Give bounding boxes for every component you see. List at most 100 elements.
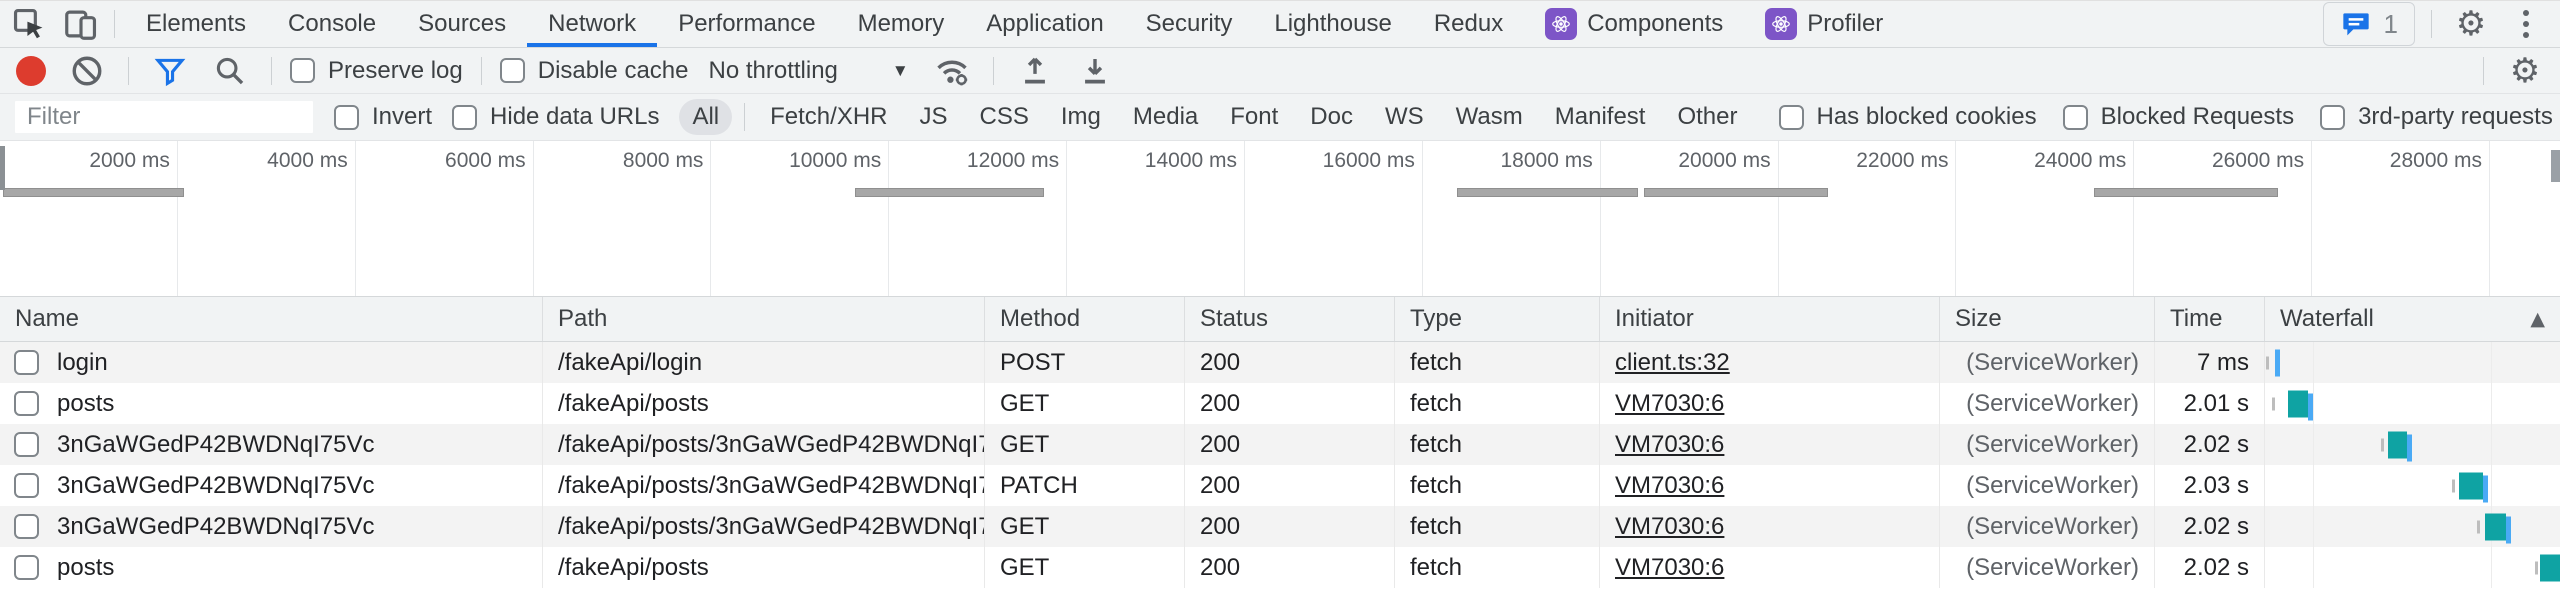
tab-console[interactable]: Console (267, 1, 397, 47)
tab-memory[interactable]: Memory (837, 1, 966, 47)
tab-components[interactable]: Components (1524, 1, 1744, 47)
filter-pill-manifest[interactable]: Manifest (1542, 99, 1659, 135)
column-header-path[interactable]: Path (543, 297, 985, 341)
tab-elements[interactable]: Elements (125, 1, 267, 47)
filter-pill-all[interactable]: All (679, 99, 732, 135)
invert-checkbox[interactable]: Invert (334, 103, 432, 131)
cell-waterfall (2265, 383, 2560, 424)
column-header-waterfall[interactable]: Waterfall▲ (2265, 297, 2560, 341)
cell-path: /fakeApi/login (543, 342, 985, 383)
checkbox[interactable] (1779, 105, 1804, 130)
column-header-time[interactable]: Time (2155, 297, 2265, 341)
ruler-segment: 18000 ms (1423, 141, 1601, 296)
row-checkbox[interactable] (14, 350, 39, 375)
cell-name: 3nGaWGedP42BWDNqI75Vc (0, 424, 543, 465)
tab-profiler[interactable]: Profiler (1744, 1, 1904, 47)
tab-redux[interactable]: Redux (1413, 1, 1524, 47)
table-row[interactable]: 3nGaWGedP42BWDNqI75Vc/fakeApi/posts/3nGa… (0, 506, 2560, 547)
tab-security[interactable]: Security (1125, 1, 1254, 47)
waterfall-queue-tick (2535, 561, 2538, 574)
ruler-label: 16000 ms (1323, 149, 1415, 173)
import-har-icon[interactable] (1012, 51, 1058, 91)
tab-performance[interactable]: Performance (657, 1, 836, 47)
filter-pill-doc[interactable]: Doc (1297, 99, 1366, 135)
checkbox[interactable] (2320, 105, 2345, 130)
filter-input[interactable] (14, 100, 314, 134)
filter-pill-css[interactable]: CSS (967, 99, 1042, 135)
network-conditions-icon[interactable] (929, 51, 975, 91)
3rd-party-requests-checkbox[interactable]: 3rd-party requests (2320, 103, 2553, 131)
column-header-status[interactable]: Status (1185, 297, 1395, 341)
row-checkbox[interactable] (14, 473, 39, 498)
initiator-link[interactable]: client.ts:32 (1615, 349, 1730, 377)
table-row[interactable]: 3nGaWGedP42BWDNqI75Vc/fakeApi/posts/3nGa… (0, 424, 2560, 465)
hide-data-urls-checkbox[interactable]: Hide data URLs (452, 103, 659, 131)
row-checkbox[interactable] (14, 514, 39, 539)
checkbox[interactable] (334, 105, 359, 130)
column-header-name[interactable]: Name (0, 297, 543, 341)
row-checkbox[interactable] (14, 391, 39, 416)
clear-icon[interactable] (64, 51, 110, 91)
table-row[interactable]: login/fakeApi/loginPOST200fetchclient.ts… (0, 342, 2560, 383)
row-checkbox[interactable] (14, 432, 39, 457)
table-row[interactable]: 3nGaWGedP42BWDNqI75Vc/fakeApi/posts/3nGa… (0, 465, 2560, 506)
inspect-element-icon[interactable] (6, 4, 52, 44)
has-blocked-cookies-checkbox[interactable]: Has blocked cookies (1779, 103, 2037, 131)
blocked-requests-checkbox[interactable]: Blocked Requests (2063, 103, 2294, 131)
sort-ascending-icon: ▲ (2530, 308, 2545, 330)
tab-network[interactable]: Network (527, 1, 657, 47)
cell-time: 2.03 s (2155, 465, 2265, 506)
filter-pill-ws[interactable]: WS (1372, 99, 1437, 135)
column-header-method[interactable]: Method (985, 297, 1185, 341)
column-header-size[interactable]: Size (1940, 297, 2155, 341)
table-row[interactable]: posts/fakeApi/postsGET200fetchVM7030:6(S… (0, 547, 2560, 588)
cell-time: 2.01 s (2155, 383, 2265, 424)
checkbox[interactable] (452, 105, 477, 130)
tab-application[interactable]: Application (965, 1, 1124, 47)
tab-sources[interactable]: Sources (397, 1, 527, 47)
initiator-link[interactable]: VM7030:6 (1615, 472, 1724, 500)
divider (128, 57, 129, 85)
throttling-select[interactable]: No throttling ▼ (702, 57, 914, 85)
filter-funnel-icon[interactable] (147, 51, 193, 91)
record-button[interactable] (16, 56, 46, 86)
filter-pill-js[interactable]: JS (907, 99, 961, 135)
overview-left-scrollbar-thumb[interactable] (0, 146, 5, 190)
table-row[interactable]: posts/fakeApi/postsGET200fetchVM7030:6(S… (0, 383, 2560, 424)
filter-pill-img[interactable]: Img (1048, 99, 1114, 135)
filter-pill-font[interactable]: Font (1217, 99, 1291, 135)
filter-pill-fetch-xhr[interactable]: Fetch/XHR (757, 99, 900, 135)
disable-cache-label: Disable cache (538, 57, 689, 85)
checkbox[interactable] (500, 58, 525, 83)
ruler-segment: 8000 ms (534, 141, 712, 296)
react-icon (1765, 8, 1797, 40)
issues-button[interactable]: 1 (2323, 2, 2415, 46)
more-options-icon[interactable] (2506, 4, 2546, 44)
checkbox[interactable] (2063, 105, 2088, 130)
overview-right-scrollbar-thumb[interactable] (2551, 150, 2560, 182)
initiator-link[interactable]: VM7030:6 (1615, 554, 1724, 582)
filter-pill-other[interactable]: Other (1664, 99, 1750, 135)
initiator-link[interactable]: VM7030:6 (1615, 513, 1724, 541)
filter-pill-media[interactable]: Media (1120, 99, 1211, 135)
initiator-link[interactable]: VM7030:6 (1615, 390, 1724, 418)
preserve-log-checkbox[interactable]: Preserve log (290, 57, 463, 85)
filter-pill-wasm[interactable]: Wasm (1443, 99, 1536, 135)
network-settings-gear-icon[interactable]: ⚙ (2502, 51, 2548, 91)
throttling-value: No throttling (708, 57, 837, 85)
cell-type: fetch (1395, 465, 1600, 506)
settings-gear-icon[interactable]: ⚙ (2448, 4, 2494, 44)
column-header-type[interactable]: Type (1395, 297, 1600, 341)
column-header-initiator[interactable]: Initiator (1600, 297, 1940, 341)
checkbox[interactable] (290, 58, 315, 83)
export-har-icon[interactable] (1072, 51, 1118, 91)
timeline-overview[interactable]: 2000 ms4000 ms6000 ms8000 ms10000 ms1200… (0, 141, 2560, 297)
device-toolbar-icon[interactable] (58, 4, 104, 44)
tab-label: Redux (1434, 10, 1503, 38)
disable-cache-checkbox[interactable]: Disable cache (500, 57, 689, 85)
tab-lighthouse[interactable]: Lighthouse (1253, 1, 1412, 47)
initiator-link[interactable]: VM7030:6 (1615, 431, 1724, 459)
search-icon[interactable] (207, 51, 253, 91)
row-checkbox[interactable] (14, 555, 39, 580)
waterfall-bar (2540, 554, 2560, 581)
